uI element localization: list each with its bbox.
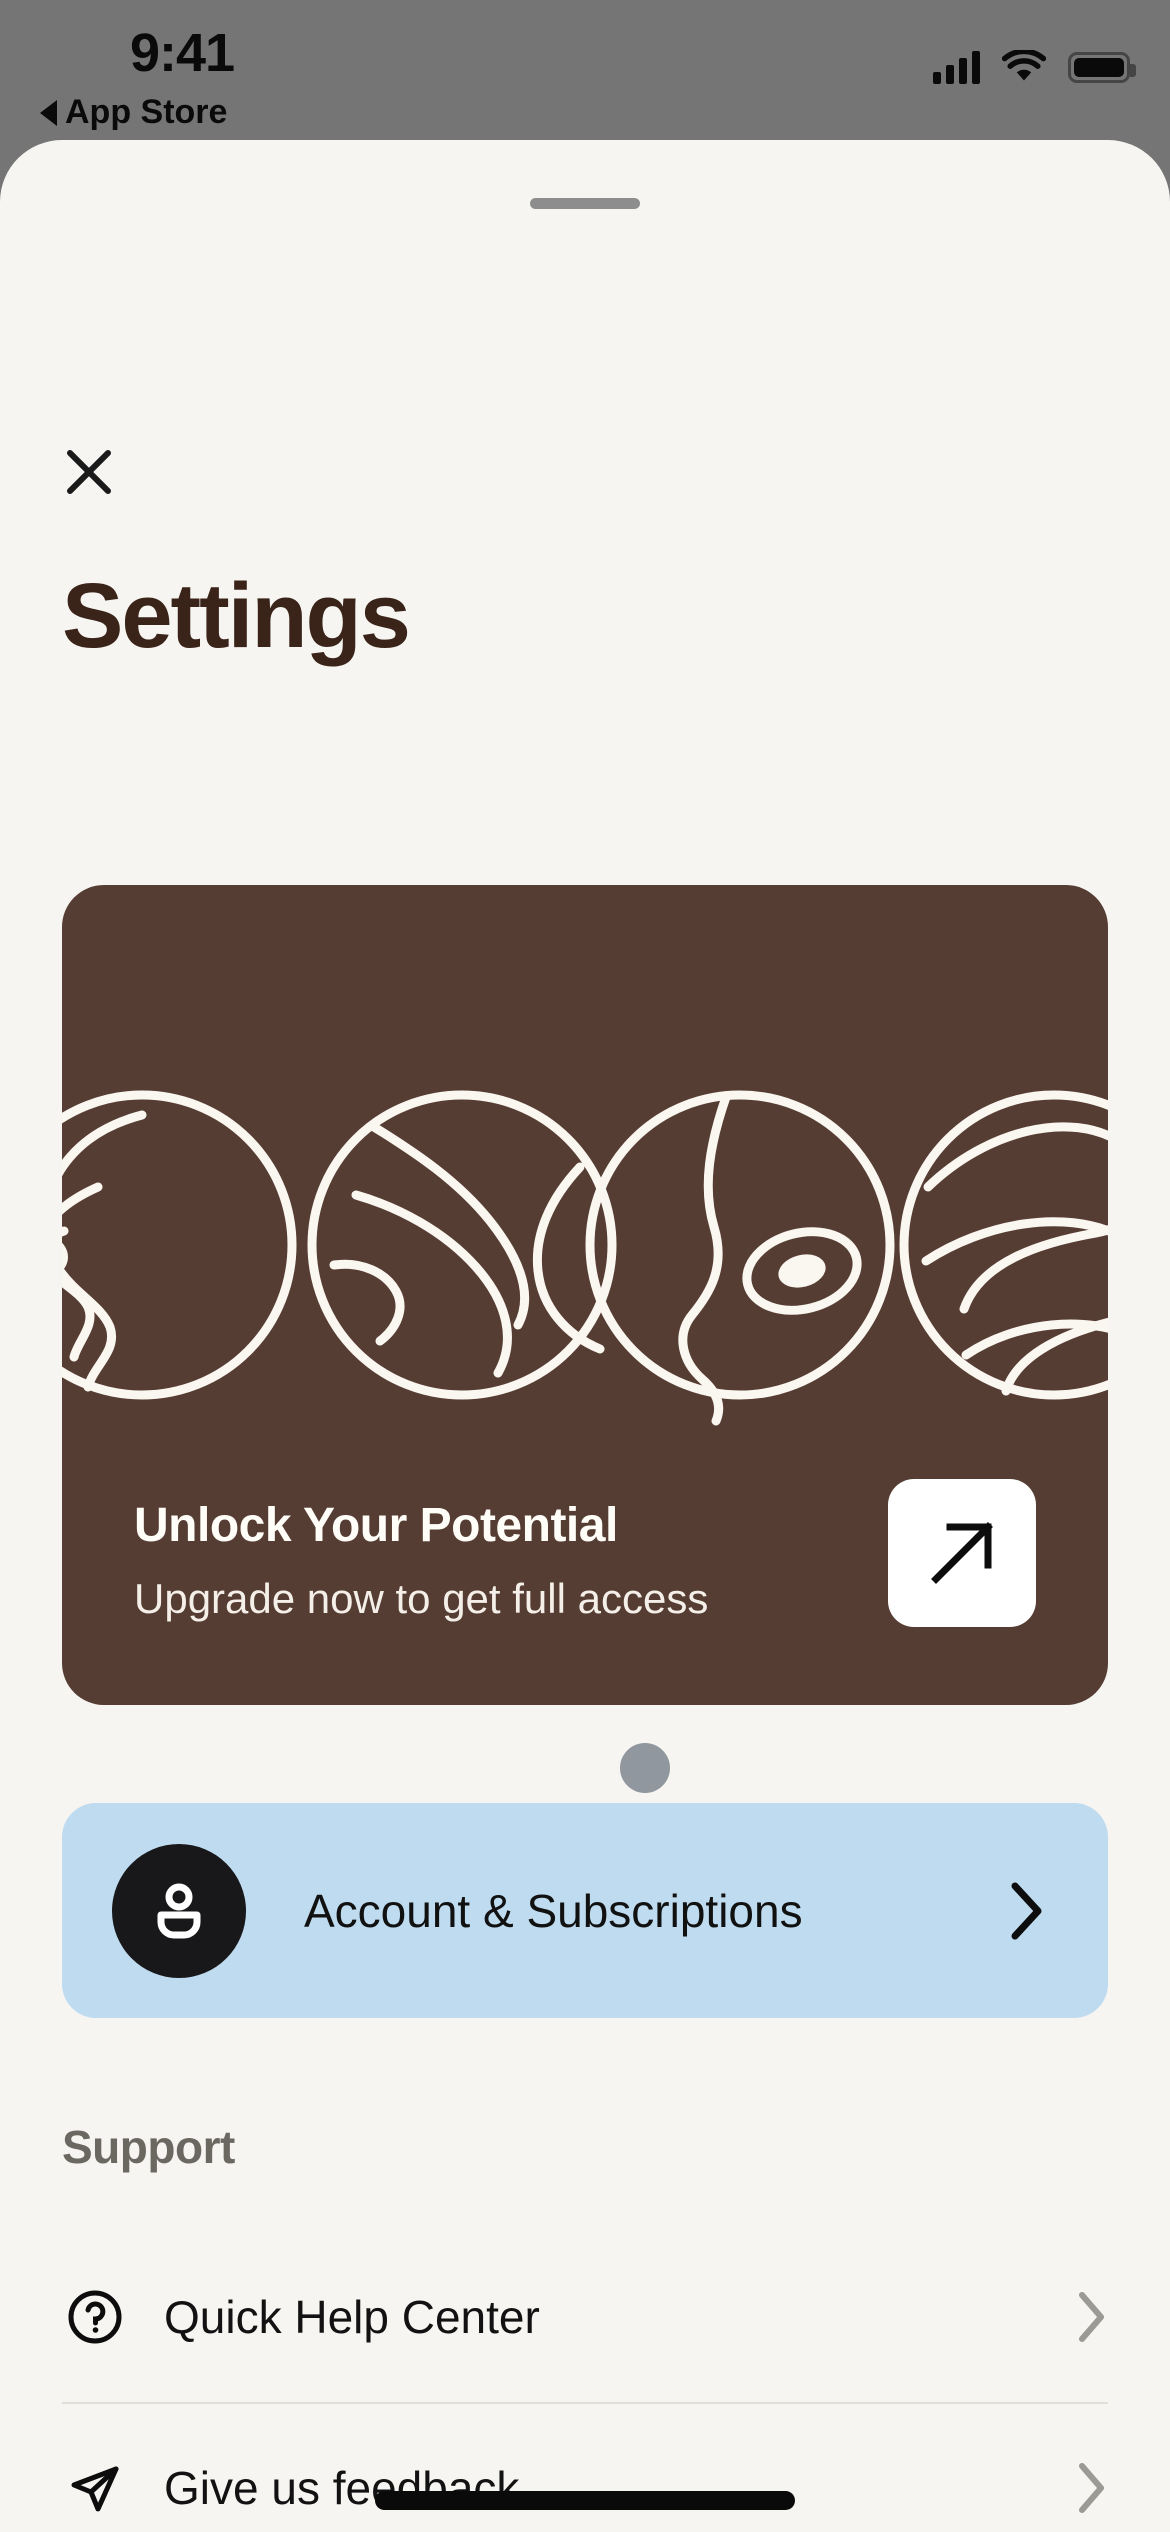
cellular-bars-icon bbox=[933, 50, 980, 84]
settings-sheet: Settings Unlock Your Potential Upgrade n… bbox=[0, 140, 1170, 2532]
avatar bbox=[112, 1843, 246, 1978]
promo-subtitle: Upgrade now to get full access bbox=[134, 1575, 709, 1622]
home-indicator-bar bbox=[375, 2491, 795, 2510]
drag-handle[interactable] bbox=[530, 198, 640, 209]
phone-screen: 9:41 App Store Settings Unlock Your Pote… bbox=[0, 0, 1170, 2532]
touch-point-indicator bbox=[620, 1743, 670, 1793]
back-to-app-store-button[interactable]: App Store bbox=[40, 93, 227, 132]
arrow-up-right-icon bbox=[931, 1522, 993, 1584]
chevron-right-icon bbox=[1079, 2463, 1104, 2513]
promo-text-block: Unlock Your Potential Upgrade now to get… bbox=[134, 1498, 708, 1627]
support-section-title: Support bbox=[62, 2121, 235, 2173]
chevron-right-icon bbox=[1079, 2292, 1104, 2342]
promo-footer: Unlock Your Potential Upgrade now to get… bbox=[62, 1479, 1108, 1705]
account-subscriptions-row[interactable]: Account & Subscriptions bbox=[62, 1803, 1108, 2018]
paper-plane-icon bbox=[62, 2455, 128, 2521]
user-person-icon bbox=[157, 1883, 201, 1938]
close-x-icon bbox=[67, 450, 111, 494]
status-bar-time: 9:41 bbox=[130, 23, 235, 83]
support-item-label: Quick Help Center bbox=[164, 2291, 540, 2343]
planets-line-art bbox=[62, 1090, 1108, 1426]
battery-full-icon bbox=[1068, 51, 1136, 83]
promo-title: Unlock Your Potential bbox=[134, 1499, 618, 1552]
close-button[interactable] bbox=[52, 435, 126, 509]
status-bar-indicators bbox=[933, 48, 1136, 84]
chevron-right-icon bbox=[1011, 1882, 1042, 1939]
support-item-quick-help-center[interactable]: Quick Help Center bbox=[62, 2232, 1108, 2402]
support-item-give-us-feedback[interactable]: Give us feedback bbox=[62, 2402, 1108, 2532]
promo-cta-button[interactable] bbox=[888, 1479, 1036, 1627]
support-list: Quick Help Center Give us feedback bbox=[62, 2232, 1108, 2532]
back-triangle-icon bbox=[40, 99, 57, 126]
page-title: Settings bbox=[62, 565, 411, 667]
wifi-icon bbox=[1001, 48, 1047, 84]
upgrade-promo-card[interactable]: Unlock Your Potential Upgrade now to get… bbox=[62, 885, 1108, 1705]
question-circle-icon bbox=[62, 2284, 128, 2350]
status-bar: 9:41 App Store bbox=[0, 0, 1170, 140]
back-label: App Store bbox=[65, 93, 228, 131]
account-row-label: Account & Subscriptions bbox=[304, 1884, 803, 1937]
